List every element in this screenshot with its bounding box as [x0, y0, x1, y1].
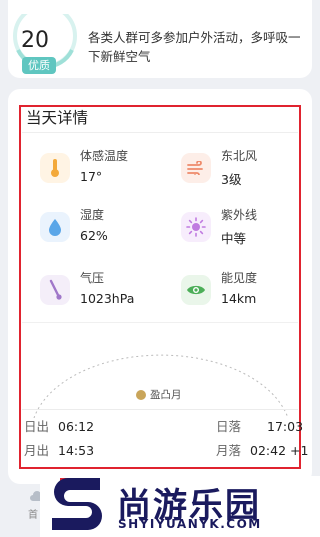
metric-value: 中等 — [221, 231, 247, 246]
sunset-row: 日落 17:03 — [216, 416, 303, 435]
sunrise-row: 日出 06:12 — [24, 416, 94, 435]
section-title: 当天详情 — [26, 109, 89, 127]
pressure-gauge-icon — [40, 275, 70, 305]
sunset-time: 17:03 — [267, 419, 304, 434]
moonrise-row: 月出 14:53 — [24, 440, 94, 459]
metric-value: 1023hPa — [80, 291, 135, 306]
moonrise-time: 14:53 — [58, 443, 95, 458]
sunset-label: 日落 — [216, 419, 242, 434]
moonrise-label: 月出 — [24, 443, 50, 458]
metric-label: 气压 — [80, 271, 105, 285]
sunrise-time: 06:12 — [58, 419, 95, 434]
aqi-value: 20 — [21, 28, 49, 53]
divider — [22, 409, 298, 410]
moon-icon — [136, 389, 146, 400]
metric-label: 能见度 — [221, 271, 258, 285]
watermark-text-en: SHYIYUANYK.COM — [118, 517, 262, 531]
metric-label: 湿度 — [80, 208, 105, 222]
moonset-time: 02:42 +1 — [250, 443, 309, 458]
metric-value: 17° — [80, 169, 103, 184]
wind-icon — [181, 153, 211, 183]
moonset-row: 月落 02:42 +1 — [216, 440, 308, 459]
moon-phase-label: 盈凸月 — [150, 389, 182, 401]
divider — [22, 132, 298, 133]
metric-value: 14km — [221, 291, 257, 306]
divider — [22, 322, 298, 323]
metric-label: 紫外线 — [221, 208, 258, 222]
nav-tab-home[interactable]: 首 — [28, 506, 38, 521]
humidity-drop-icon — [40, 212, 70, 242]
metric-value: 62% — [80, 228, 108, 243]
uv-sun-icon — [181, 212, 211, 242]
sun-moon-arc — [33, 354, 289, 418]
aqi-level-badge: 优质 — [22, 57, 56, 74]
sunrise-label: 日出 — [24, 419, 50, 434]
metric-label: 体感温度 — [80, 149, 129, 163]
metric-value: 3级 — [221, 172, 242, 187]
watermark-logo — [52, 478, 102, 530]
moonset-label: 月落 — [216, 443, 242, 458]
eye-icon — [181, 275, 211, 305]
moon-phase: 盈凸月 — [136, 387, 182, 402]
metric-label: 东北风 — [221, 149, 258, 163]
aqi-advice-text: 各类人群可多参加户外活动，多呼吸一下新鲜空气 — [88, 30, 301, 64]
thermometer-icon — [40, 153, 70, 183]
